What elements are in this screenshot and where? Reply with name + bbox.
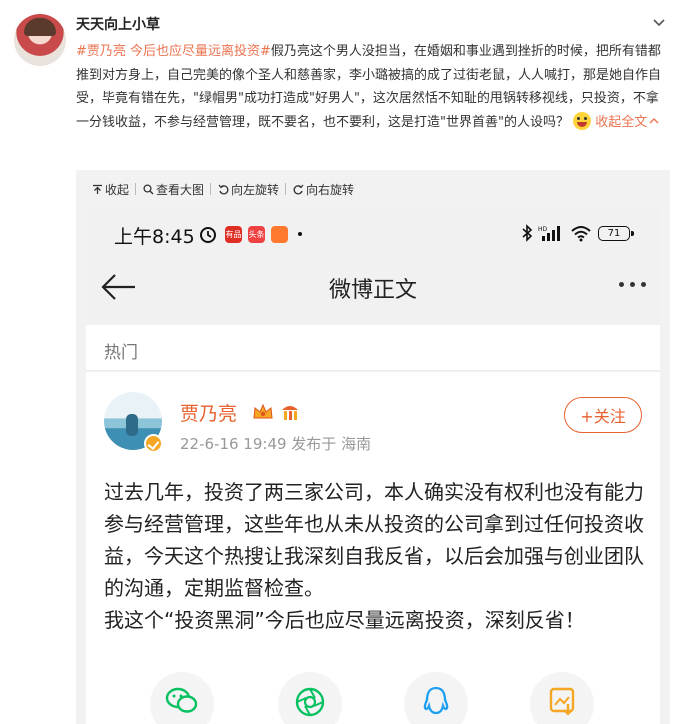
svg-text:HD: HD [538,226,548,233]
battery-indicator: 71 [598,225,634,241]
image-toolbar: 收起 查看大图 向左旋转 向右旋转 [76,170,670,208]
more-notifications-dot [298,232,302,236]
page-title: 微博正文 [328,278,417,303]
chevron-down-icon[interactable] [651,14,667,30]
weibo-username[interactable]: 贾乃亮 [180,399,237,426]
view-large-label: 查看大图 [156,182,205,197]
share-row [86,672,660,724]
status-notification-icons: 有品 头条 [198,224,302,244]
moments-icon[interactable] [278,672,342,724]
rotate-left-icon [218,184,229,194]
status-system-icons: HD 71 [521,224,634,242]
wechat-icon[interactable] [150,672,214,724]
qq-icon[interactable] [404,672,468,724]
alarm-clock-icon [200,227,216,243]
crown-icon [253,403,273,419]
wifi-icon [571,226,591,242]
rotate-left-label: 向左旋转 [231,182,280,197]
toolbar-divider [135,183,137,195]
signal-hd-icon: HD [538,226,560,241]
verified-badge-icon [144,434,163,453]
save-image-icon[interactable] [530,672,594,724]
post-text: #贾乃亮 今后也应尽量远离投资#假乃亮这个男人没担当，在婚姻和事业遇到挫折的时候… [76,40,671,134]
hot-label: 热门 [104,343,138,363]
weibo-body: 过去几年，投资了两三家公司，本人确实没有权利也没有能力参与经营管理，这些年也从未… [104,476,644,636]
toolbar-divider [210,183,212,195]
toutiao-app-icon: 头条 [248,225,265,243]
weibo-body-paragraph: 我这个“投资黑洞”今后也应尽量远离投资，深刻反省！ [104,608,585,632]
user-avatar[interactable] [14,14,66,66]
collapse-label: 收起 [105,182,130,197]
rotate-right-icon [293,184,304,194]
youpin-app-icon: 有品 [225,225,242,243]
follow-button[interactable]: +关注 [564,397,642,433]
collapse-up-icon [93,184,102,194]
rotate-left-button[interactable]: 向左旋转 [218,181,279,198]
hot-section-header: 热门 [86,325,660,371]
weibo-card: 贾乃亮 22-6-16 19:49 发布于 海南 +关注 过去几年，投资了两三家… [86,372,660,724]
status-time: 上午8:45 [114,226,195,248]
rotate-right-button[interactable]: 向右旋转 [293,181,354,198]
topic-link[interactable]: #贾乃亮 今后也应尽量远离投资# [76,44,271,59]
magnifier-icon [143,183,154,194]
toolbar-divider [285,183,287,195]
post-meta: 22-6-16 19:49 发布于 海南 [180,435,372,453]
rotate-right-label: 向右旋转 [306,182,355,197]
weibo-body-paragraph: 过去几年，投资了两三家公司，本人确实没有权利也没有能力参与经营管理，这些年也从未… [104,480,644,600]
collapse-full-text-link[interactable]: 收起全文 [595,115,659,130]
post-username[interactable]: 天天向上小草 [76,14,160,34]
more-options-icon[interactable] [613,282,646,287]
fan-badge-icon [282,406,298,420]
bluetooth-icon [522,224,533,242]
image-viewer: 收起 查看大图 向左旋转 向右旋转 上午8:45 有品 头条 HD 71 微博正… [76,170,670,724]
collapse-image-button[interactable]: 收起 [92,181,129,198]
view-large-button[interactable]: 查看大图 [143,181,204,198]
phone-screenshot[interactable]: 上午8:45 有品 头条 HD 71 微博正文 热门 贾乃亮 22-6-16 1… [86,208,660,724]
chevron-up-icon [649,117,659,123]
phone-status-bar: 上午8:45 有品 头条 HD 71 [86,208,660,260]
phone-nav-bar: 微博正文 [86,260,660,314]
notification-app-icon [271,225,288,243]
laughing-emoji-icon [573,111,592,130]
